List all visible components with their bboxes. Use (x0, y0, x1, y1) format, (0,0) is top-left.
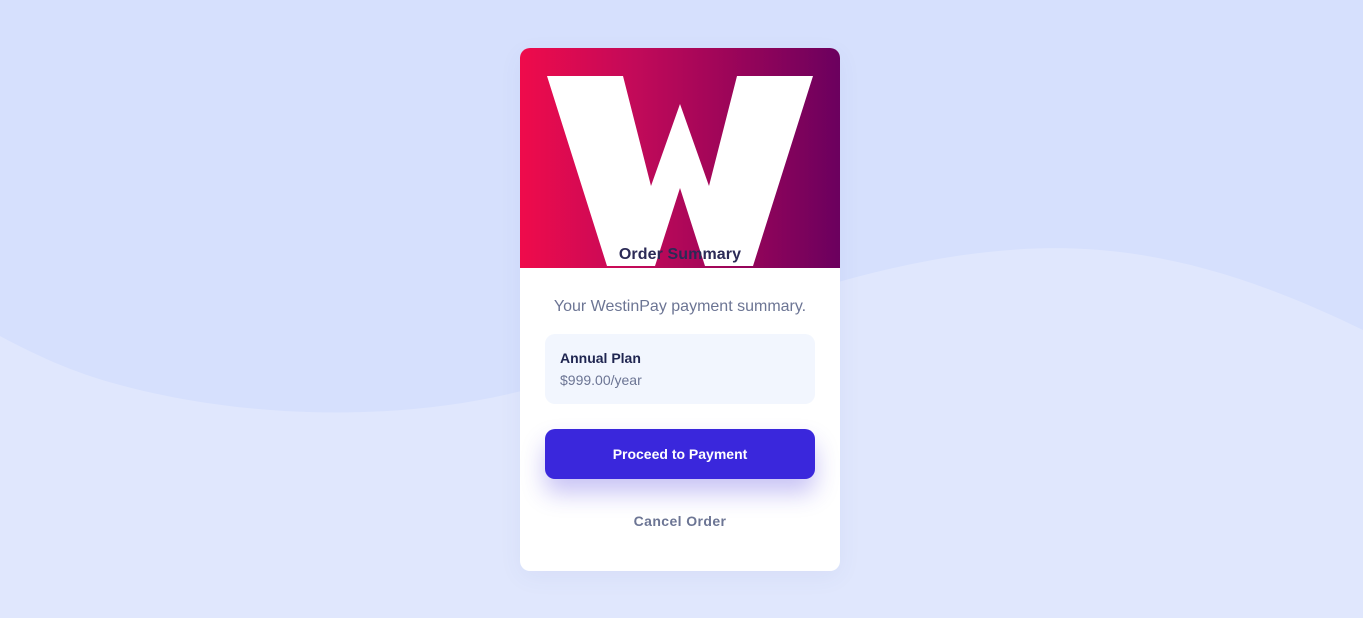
westinpay-w-logo-icon (547, 76, 813, 266)
card-body: Your WestinPay payment summary. Annual P… (520, 298, 840, 529)
proceed-to-payment-button[interactable]: Proceed to Payment (545, 429, 815, 479)
page: Order Summary Your WestinPay payment sum… (0, 0, 1363, 618)
plan-name: Annual Plan (560, 350, 641, 366)
order-summary-heading: Order Summary (618, 246, 742, 263)
card-hero: Order Summary (520, 48, 840, 268)
payment-summary-intro: Your WestinPay payment summary. (553, 298, 807, 315)
plan-details: Annual Plan $999.00/year (545, 334, 815, 404)
order-summary-card: Order Summary Your WestinPay payment sum… (520, 48, 840, 571)
plan-price: $999.00/year (560, 372, 642, 388)
cancel-order-link[interactable]: Cancel Order (545, 513, 815, 529)
